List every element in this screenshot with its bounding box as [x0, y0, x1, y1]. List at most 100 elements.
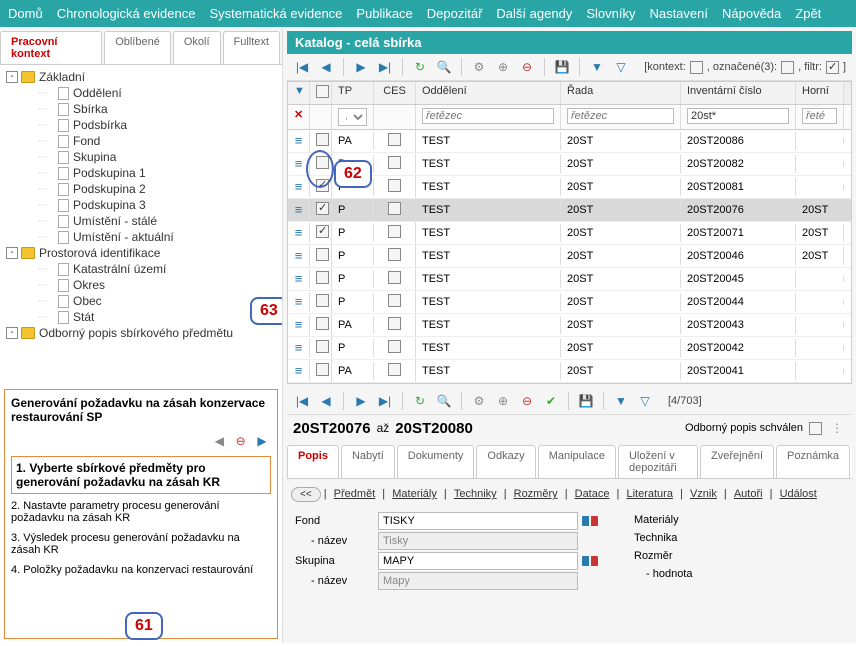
tree-group-prostorova[interactable]: -Prostorová identifikace [6, 245, 276, 261]
drag-icon[interactable]: ≡ [295, 317, 303, 332]
drag-icon[interactable]: ≡ [295, 133, 303, 148]
nav2-prev-icon[interactable]: ◀ [317, 392, 335, 410]
book-icon[interactable] [582, 514, 598, 528]
ces-checkbox[interactable] [388, 363, 401, 376]
tab-odkazy[interactable]: Odkazy [476, 445, 535, 478]
filter-horni[interactable] [802, 108, 837, 124]
row-checkbox[interactable] [316, 340, 329, 353]
link-literatura[interactable]: Literatura [626, 488, 672, 500]
wizard-step-3[interactable]: 3. Výsledek procesu generování požadavku… [11, 532, 271, 556]
tree-item[interactable]: ⋯Katastrální území [6, 261, 276, 277]
table-row[interactable]: ≡PTEST20ST20ST20082 [288, 153, 851, 176]
filter2-icon[interactable]: ▼ [612, 392, 630, 410]
nav-next-icon[interactable]: ▶ [352, 58, 370, 76]
tree-item[interactable]: ⋯Fond [6, 133, 276, 149]
remove2-icon[interactable]: ⊖ [518, 392, 536, 410]
remove-icon[interactable]: ⊖ [518, 58, 536, 76]
drag-icon[interactable]: ≡ [295, 248, 303, 263]
tab-manipulace[interactable]: Manipulace [538, 445, 616, 478]
table-row[interactable]: ≡PTEST20ST20ST2007120ST [288, 222, 851, 245]
menu-item[interactable]: Chronologická evidence [57, 6, 196, 21]
drag-icon[interactable]: ≡ [295, 179, 303, 194]
tab-nabyti[interactable]: Nabytí [341, 445, 395, 478]
save2-icon[interactable]: 💾 [577, 392, 595, 410]
tree-item[interactable]: ⋯Oddělení [6, 85, 276, 101]
table-row[interactable]: ≡PATEST20ST20ST20041 [288, 360, 851, 383]
tree-item[interactable]: ⋯Umístění - stálé [6, 213, 276, 229]
col-rada[interactable]: Řada [561, 82, 681, 104]
tree-item[interactable]: ⋯Umístění - aktuální [6, 229, 276, 245]
link-vznik[interactable]: Vznik [690, 488, 717, 500]
ces-checkbox[interactable] [388, 340, 401, 353]
nav-last-icon[interactable]: ▶| [376, 58, 394, 76]
tree-item[interactable]: ⋯Podskupina 3 [6, 197, 276, 213]
menu-item[interactable]: Depozitář [427, 6, 483, 21]
ces-checkbox[interactable] [388, 317, 401, 330]
wizard-stop-icon[interactable]: ⊖ [232, 432, 250, 450]
link-autori[interactable]: Autoři [734, 488, 763, 500]
row-checkbox[interactable] [316, 133, 329, 146]
drag-icon[interactable]: ≡ [295, 340, 303, 355]
val-skupina[interactable]: MAPY [378, 552, 578, 570]
nav-first-icon[interactable]: |◀ [293, 58, 311, 76]
table-row[interactable]: ≡PTEST20ST20ST2007620ST [288, 199, 851, 222]
col-horni[interactable]: Horní [796, 82, 844, 104]
approve-icon[interactable]: ✔ [542, 392, 560, 410]
wizard-step-1[interactable]: 1. Vyberte sbírkové předměty pro generov… [11, 456, 271, 494]
row-checkbox[interactable] [316, 317, 329, 330]
tree-item[interactable]: ⋯Podskupina 2 [6, 181, 276, 197]
table-row[interactable]: ≡PTEST20ST20ST20044 [288, 291, 851, 314]
filter-tp[interactable]: řetě [338, 108, 367, 126]
drag-icon[interactable]: ≡ [295, 156, 303, 171]
ces-checkbox[interactable] [388, 156, 401, 169]
tree-item[interactable]: ⋯Stát [6, 309, 276, 325]
row-checkbox[interactable] [316, 363, 329, 376]
menu-item[interactable]: Další agendy [496, 6, 572, 21]
link-techniky[interactable]: Techniky [454, 488, 497, 500]
tree-item[interactable]: ⋯Podskupina 1 [6, 165, 276, 181]
link-predmet[interactable]: Předmět [334, 488, 376, 500]
menu-item[interactable]: Publikace [356, 6, 412, 21]
nav2-first-icon[interactable]: |◀ [293, 392, 311, 410]
clear-filter-icon[interactable]: ✕ [288, 105, 310, 129]
menu-item[interactable]: Nastavení [649, 6, 708, 21]
col-inventarni[interactable]: Inventární číslo [681, 82, 796, 104]
drag-icon[interactable]: ≡ [295, 271, 303, 286]
filter2-clear-icon[interactable]: ▽ [636, 392, 654, 410]
col-oddeleni[interactable]: Oddělení [416, 82, 561, 104]
table-row[interactable]: ≡PTEST20ST20ST2004620ST [288, 245, 851, 268]
tree-item[interactable]: ⋯Okres [6, 277, 276, 293]
link-rozmery[interactable]: Rozměry [514, 488, 558, 500]
filter-clear-icon[interactable]: ▽ [612, 58, 630, 76]
filter-icon[interactable]: ▼ [588, 58, 606, 76]
tab-popis[interactable]: Popis [287, 445, 339, 478]
table-row[interactable]: ≡PATEST20ST20ST20043 [288, 314, 851, 337]
menu-item[interactable]: Nápověda [722, 6, 781, 21]
ces-checkbox[interactable] [388, 271, 401, 284]
ces-checkbox[interactable] [388, 294, 401, 307]
table-row[interactable]: ≡PATEST20ST20ST20086 [288, 130, 851, 153]
ces-checkbox[interactable] [388, 202, 401, 215]
tab-oblibene[interactable]: Oblíbené [104, 31, 171, 64]
tab-pracovni-kontext[interactable]: Pracovní kontext [0, 31, 102, 64]
nav2-next-icon[interactable]: ▶ [352, 392, 370, 410]
col-tp[interactable]: TP [332, 82, 374, 104]
add-icon[interactable]: ⊕ [494, 58, 512, 76]
section-back-button[interactable]: << [291, 487, 321, 502]
ctx-kontext-checkbox[interactable] [690, 61, 703, 74]
wizard-next-icon[interactable]: ▶ [253, 432, 271, 450]
zoom2-icon[interactable]: 🔍 [435, 392, 453, 410]
table-row[interactable]: ≡PTEST20ST20ST20081 [288, 176, 851, 199]
ces-checkbox[interactable] [388, 179, 401, 192]
link-datace[interactable]: Datace [575, 488, 610, 500]
tab-zverejneni[interactable]: Zveřejnění [700, 445, 774, 478]
add2-icon[interactable]: ⊕ [494, 392, 512, 410]
gear2-icon[interactable]: ⚙ [470, 392, 488, 410]
zoom-icon[interactable]: 🔍 [435, 58, 453, 76]
link-materialy[interactable]: Materiály [392, 488, 437, 500]
save-icon[interactable]: 💾 [553, 58, 571, 76]
tab-poznamka[interactable]: Poznámka [776, 445, 850, 478]
row-checkbox[interactable] [316, 271, 329, 284]
ces-checkbox[interactable] [388, 133, 401, 146]
drag-icon[interactable]: ≡ [295, 363, 303, 378]
